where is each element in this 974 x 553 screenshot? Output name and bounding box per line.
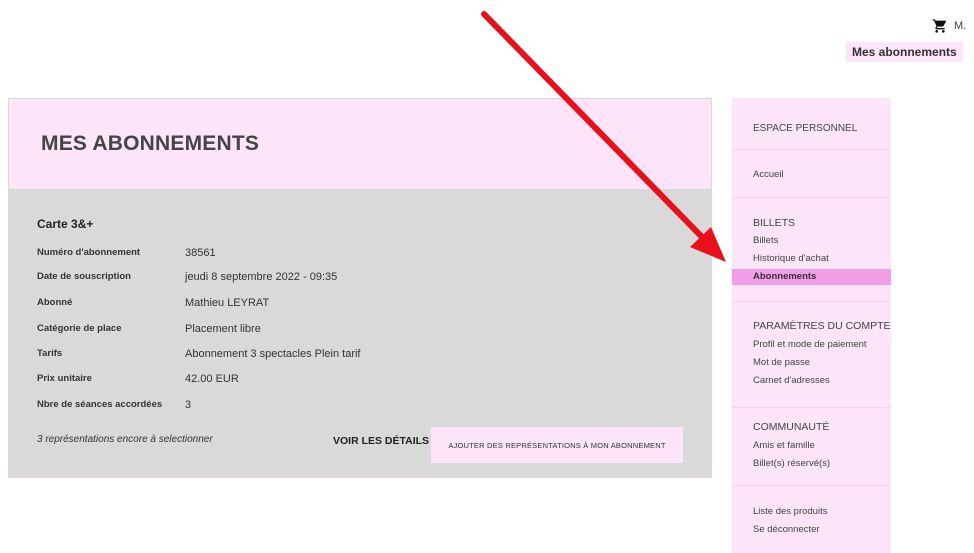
sidebar-item-history[interactable]: Historique d'achat (753, 253, 829, 264)
sidebar-item-products[interactable]: Liste des produits (753, 506, 827, 517)
card-header: MES ABONNEMENTS (9, 99, 711, 189)
field-value: Mathieu LEYRAT (185, 297, 270, 309)
sidebar-group-billets: BILLETS Billets Historique d'achat Abonn… (732, 197, 891, 301)
field-value: Placement libre (185, 323, 261, 335)
user-name[interactable]: M. (954, 20, 966, 32)
field-label: Date de souscription (37, 271, 131, 282)
subscription-name: Carte 3&+ (37, 217, 94, 231)
add-performances-button[interactable]: AJOUTER DES REPRÉSENTATIONS À MON ABONNE… (431, 427, 683, 463)
field-row: Catégorie de place Placement libre (37, 323, 261, 335)
sidebar-item-billets[interactable]: Billets (753, 235, 778, 246)
field-label: Catégorie de place (37, 323, 122, 334)
sidebar-item-friends[interactable]: Amis et famille (753, 440, 815, 451)
field-label: Numéro d'abonnement (37, 247, 141, 258)
sidebar-item-logout[interactable]: Se déconnecter (753, 524, 820, 535)
cart-icon (932, 19, 947, 33)
field-row: Numéro d'abonnement 38561 (37, 247, 216, 259)
field-value: jeudi 8 septembre 2022 - 09:35 (185, 271, 338, 283)
sidebar-heading: ESPACE PERSONNEL (753, 123, 858, 134)
remaining-note: 3 représentations encore à selectionner (37, 434, 213, 445)
sidebar-section-billets: BILLETS (753, 217, 796, 229)
field-value: 38561 (185, 247, 216, 259)
field-label: Prix unitaire (37, 373, 92, 384)
field-value: 3 (185, 399, 192, 411)
field-row: Tarifs Abonnement 3 spectacles Plein tar… (37, 348, 361, 360)
sidebar-item-subscriptions[interactable]: Abonnements (732, 269, 891, 285)
field-label: Abonné (37, 297, 73, 308)
subscriptions-card: MES ABONNEMENTS Carte 3&+ Numéro d'abonn… (8, 98, 712, 478)
sidebar-item-password[interactable]: Mot de passe (753, 357, 810, 368)
field-label: Nbre de séances accordées (37, 399, 163, 410)
cart-link[interactable]: M. (932, 18, 966, 34)
field-row: Nbre de séances accordées 3 (37, 399, 191, 411)
field-value: 42.00 EUR (185, 373, 239, 385)
field-label: Tarifs (37, 348, 63, 359)
sidebar-group-misc: Liste des produits Se déconnecter (732, 485, 891, 553)
sidebar-item-addresses[interactable]: Carnet d'adresses (753, 375, 830, 386)
sidebar-section-settings: PARAMÈTRES DU COMPTE (753, 320, 891, 332)
sidebar-group-community: COMMUNAUTÉ Amis et famille Billet(s) rés… (732, 407, 891, 485)
field-value: Abonnement 3 spectacles Plein tarif (185, 348, 361, 360)
sidebar-item-profile[interactable]: Profil et mode de paiement (753, 339, 867, 350)
top-subscriptions-link[interactable]: Mes abonnements (846, 42, 963, 62)
field-row: Date de souscription jeudi 8 septembre 2… (37, 271, 337, 283)
sidebar-section-community: COMMUNAUTÉ (753, 421, 830, 433)
page-title: MES ABONNEMENTS (41, 132, 260, 155)
field-row: Prix unitaire 42.00 EUR (37, 373, 239, 385)
sidebar-item-reserved[interactable]: Billet(s) réservé(s) (753, 458, 830, 469)
field-row: Abonné Mathieu LEYRAT (37, 297, 269, 309)
sidebar-item-home[interactable]: Accueil (753, 169, 784, 180)
sidebar-group-settings: PARAMÈTRES DU COMPTE Profil et mode de p… (732, 301, 891, 407)
account-sidebar: ESPACE PERSONNEL Accueil BILLETS Billets… (732, 98, 891, 553)
view-details-button[interactable]: VOIR LES DÉTAILS (333, 435, 429, 447)
sidebar-group-home: Accueil (732, 149, 891, 197)
